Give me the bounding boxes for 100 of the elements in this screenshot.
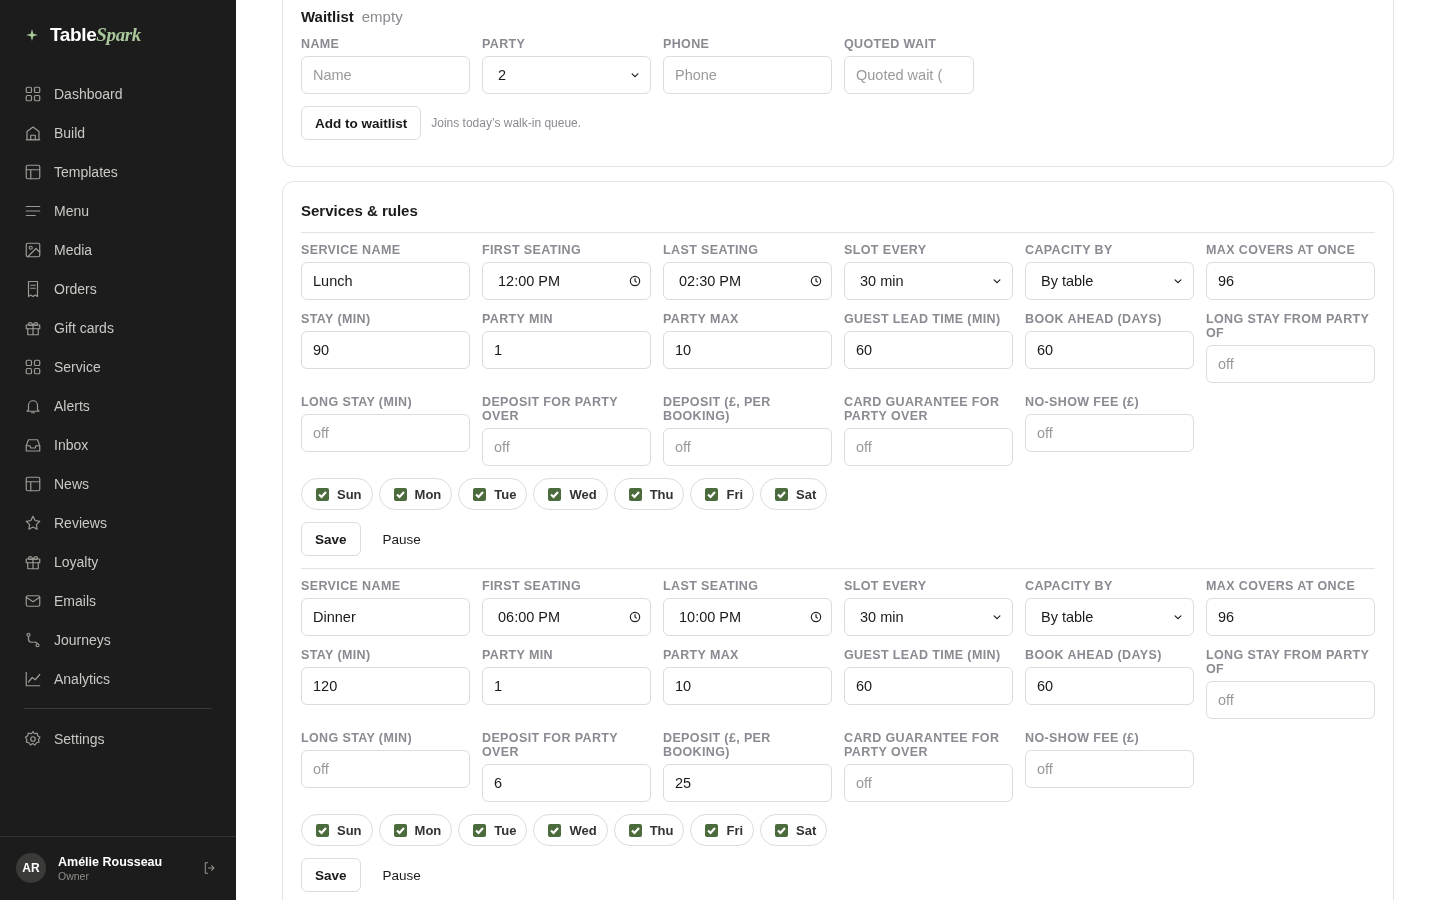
nav-item[interactable]: Orders [24,269,212,308]
select-field[interactable]: 2 [482,56,651,94]
field-label: PARTY MAX [663,312,740,326]
day-toggle[interactable]: Thu [613,814,685,846]
input-field[interactable]: 120 [301,667,470,705]
input-field[interactable]: off [482,428,651,466]
input-field[interactable]: 60 [844,667,1013,705]
save-button[interactable]: Save [301,522,361,556]
day-toggle[interactable]: Thu [613,478,685,510]
input-field[interactable]: off [1025,414,1194,452]
input-field[interactable]: Phone [663,56,832,94]
day-toggle[interactable]: Fri [690,814,755,846]
nav-item[interactable]: Settings [24,719,212,758]
input-field[interactable]: 60 [1025,331,1194,369]
input-field[interactable]: 10 [663,667,832,705]
checkbox[interactable] [705,823,719,837]
nav-item[interactable]: Build [24,113,212,152]
checkbox[interactable] [548,823,562,837]
select-field[interactable]: By table [1025,262,1194,300]
input-field[interactable]: off [301,750,470,788]
day-toggle[interactable]: Sat [760,478,828,510]
field-label: GUEST LEAD TIME (MIN) [844,648,1002,662]
checkbox[interactable] [473,823,487,837]
nav-item[interactable]: News [24,464,212,503]
field-label: MAX COVERS AT ONCE [1206,579,1357,593]
day-toggle[interactable]: Wed [533,478,608,510]
nav-item[interactable]: Gift cards [24,308,212,347]
select-field[interactable]: By table [1025,598,1194,636]
input-field[interactable]: 96 [1206,598,1375,636]
pause-button[interactable]: Pause [372,858,431,892]
hint-text: Joins today’s walk-in queue. [431,116,582,130]
checkbox[interactable] [393,487,407,501]
input-field[interactable]: 1 [482,667,651,705]
checkbox[interactable] [393,823,407,837]
input-field[interactable]: 25 [663,764,832,802]
nav-item[interactable]: Inbox [24,425,212,464]
input-field[interactable]: off [663,428,832,466]
day-toggle[interactable]: Wed [533,814,608,846]
nav-item[interactable]: Media [24,230,212,269]
input-field[interactable]: Lunch [301,262,470,300]
checkbox[interactable] [548,487,562,501]
input-field[interactable]: off [301,414,470,452]
nav-item[interactable]: Analytics [24,659,212,698]
time-field[interactable]: 06:00 PM [482,598,651,636]
field-label: CAPACITY BY [1025,579,1114,593]
checkbox[interactable] [775,823,789,837]
checkbox[interactable] [628,487,642,501]
input-field[interactable]: 6 [482,764,651,802]
nav-item[interactable]: Service [24,347,212,386]
input-field[interactable]: Quoted wait ( [844,56,974,94]
input-field[interactable]: 90 [301,331,470,369]
input-field[interactable]: Name [301,56,470,94]
input-field[interactable]: off [1025,750,1194,788]
day-toggle[interactable]: Sun [301,814,373,846]
field-label: SERVICE NAME [301,579,402,593]
day-toggle[interactable]: Mon [378,814,453,846]
input-field[interactable]: off [1206,345,1375,383]
day-toggle[interactable]: Sat [760,814,828,846]
time-field[interactable]: 10:00 PM [663,598,832,636]
gear-icon [24,729,42,748]
checkbox[interactable] [775,487,789,501]
input-field[interactable]: 60 [1025,667,1194,705]
input-field[interactable]: Dinner [301,598,470,636]
day-toggle[interactable]: Fri [690,478,755,510]
time-field[interactable]: 02:30 PM [663,262,832,300]
checkbox[interactable] [705,487,719,501]
checkbox[interactable] [628,823,642,837]
input-field[interactable]: 10 [663,331,832,369]
field-label: STAY (MIN) [301,312,372,326]
checkbox[interactable] [473,487,487,501]
field-label: LONG STAY FROM PARTY OF [1206,648,1371,676]
time-field[interactable]: 12:00 PM [482,262,651,300]
field-label: MAX COVERS AT ONCE [1206,243,1357,257]
nav-item[interactable]: Emails [24,581,212,620]
nav-item[interactable]: Alerts [24,386,212,425]
nav-item[interactable]: Menu [24,191,212,230]
checkbox[interactable] [316,487,329,501]
input-field[interactable]: 96 [1206,262,1375,300]
checkbox[interactable] [316,823,329,837]
pause-button[interactable]: Pause [372,522,431,556]
select-field[interactable]: 30 min [844,262,1013,300]
day-toggle[interactable]: Mon [378,478,453,510]
input-field[interactable]: 60 [844,331,1013,369]
input-field[interactable]: off [844,428,1013,466]
day-toggle[interactable]: Tue [458,478,528,510]
chart-icon [24,669,42,688]
day-toggle[interactable]: Sun [301,478,373,510]
input-field[interactable]: off [1206,681,1375,719]
add-button[interactable]: Add to waitlist [301,106,422,140]
input-field[interactable]: off [844,764,1013,802]
nav-item[interactable]: Loyalty [24,542,212,581]
nav-item[interactable]: Reviews [24,503,212,542]
nav-item[interactable]: Dashboard [24,74,212,113]
input-field[interactable]: 1 [482,331,651,369]
day-toggle[interactable]: Tue [458,814,528,846]
save-button[interactable]: Save [301,858,361,892]
select-field[interactable]: 30 min [844,598,1013,636]
nav-item[interactable]: Templates [24,152,212,191]
grid-icon [24,357,42,376]
nav-item[interactable]: Journeys [24,620,212,659]
